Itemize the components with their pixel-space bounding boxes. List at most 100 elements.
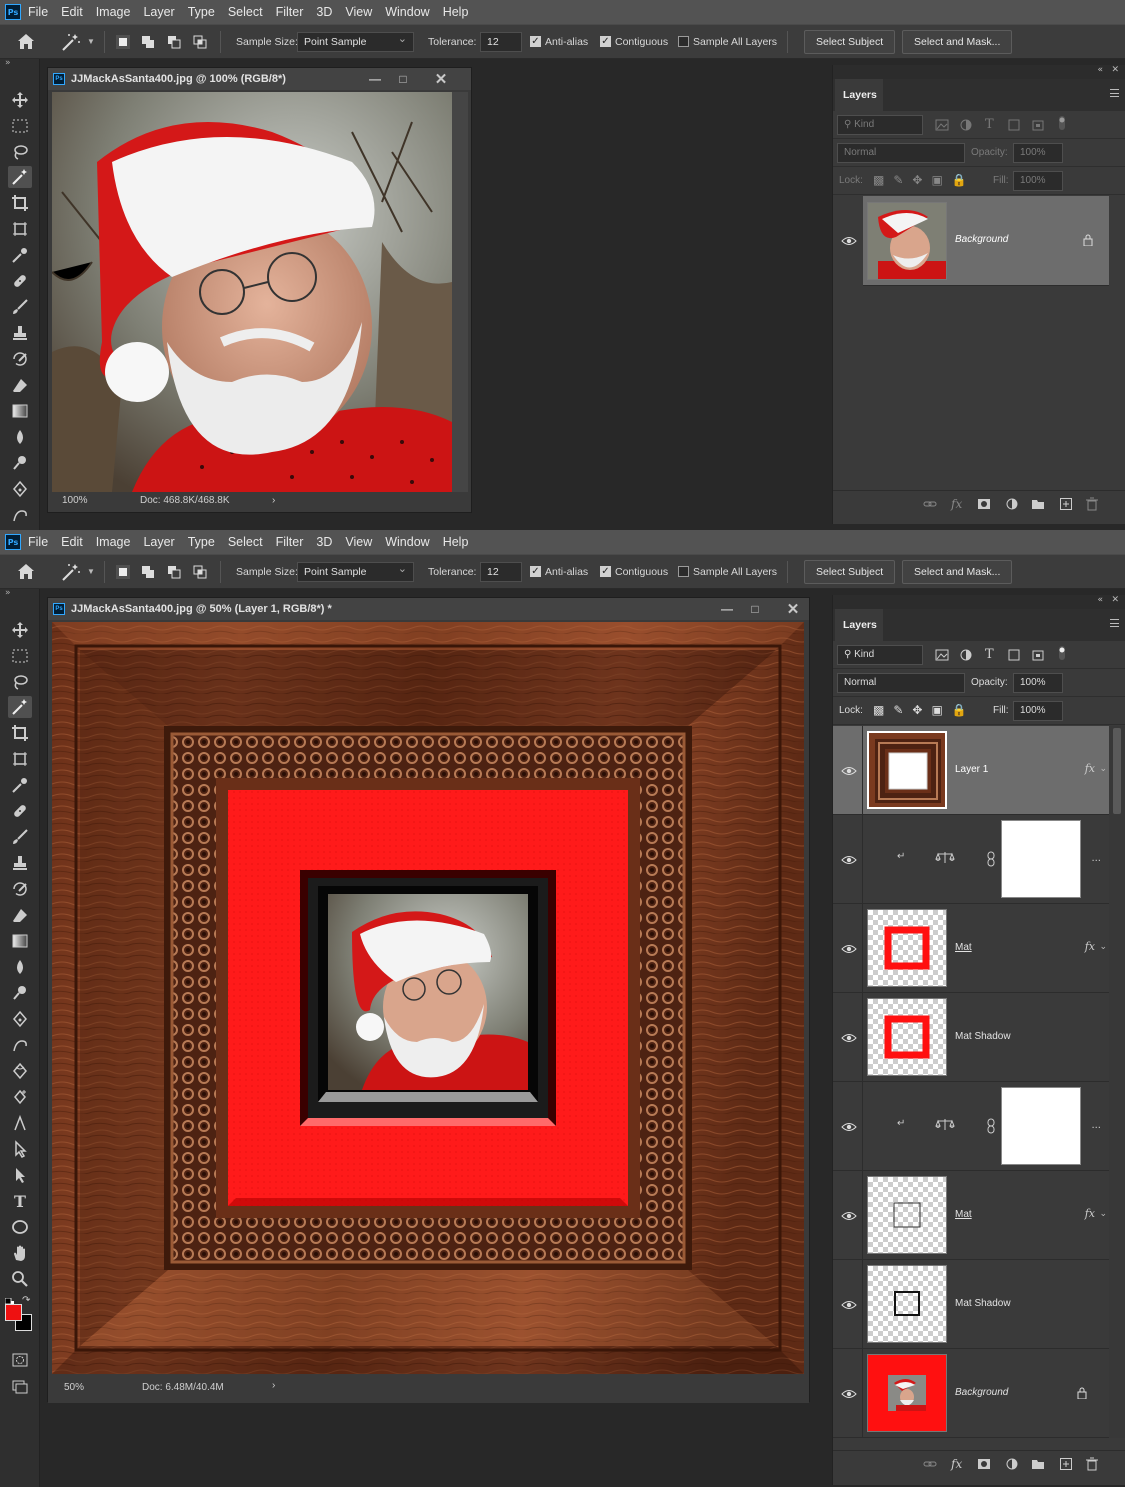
add-layer-style-icon[interactable]: fx xyxy=(951,497,965,511)
preset-dropdown-arrow-icon[interactable]: ▼ xyxy=(87,37,95,46)
tolerance-input[interactable]: 12 xyxy=(480,32,522,52)
pixel-filter-icon[interactable] xyxy=(935,648,949,662)
select-and-mask-button[interactable]: Select and Mask... xyxy=(902,560,1013,584)
sample-size-select[interactable]: Point Sample xyxy=(297,32,414,52)
menu-edit[interactable]: Edit xyxy=(61,5,83,19)
opacity-input[interactable]: 100% xyxy=(1013,143,1063,163)
convert-point-tool-icon[interactable] xyxy=(8,1112,32,1134)
fill-input[interactable]: 100% xyxy=(1013,171,1063,191)
vertical-scrollbar[interactable] xyxy=(452,92,468,492)
brush-tool-icon[interactable] xyxy=(8,826,32,848)
expand-effects-icon[interactable]: ⌄ xyxy=(1099,942,1107,952)
photoshop-logo-icon[interactable]: Ps xyxy=(5,4,21,20)
minimize-icon[interactable]: — xyxy=(367,71,383,87)
gradient-tool-icon[interactable] xyxy=(8,400,32,422)
layer-row-background[interactable]: Background xyxy=(863,196,1109,286)
collapse-toolbar-icon[interactable]: » xyxy=(5,588,11,598)
swap-colors-icon[interactable]: ↷ xyxy=(22,1295,30,1306)
marquee-tool-icon[interactable] xyxy=(8,645,32,667)
clone-stamp-tool-icon[interactable] xyxy=(8,852,32,874)
panel-menu-icon[interactable] xyxy=(1110,619,1119,627)
delete-layer-icon[interactable] xyxy=(1085,1457,1099,1471)
layer-name[interactable]: Layer 1 xyxy=(955,764,988,775)
history-brush-tool-icon[interactable] xyxy=(8,348,32,370)
intersect-selection-icon[interactable] xyxy=(193,35,207,49)
frame-tool-icon[interactable] xyxy=(8,748,32,770)
shape-filter-icon[interactable] xyxy=(1007,648,1021,662)
foreground-color-swatch[interactable] xyxy=(5,1304,22,1321)
healing-brush-tool-icon[interactable] xyxy=(8,270,32,292)
type-tool-icon[interactable]: T xyxy=(8,1190,32,1212)
new-group-icon[interactable] xyxy=(1031,1457,1045,1471)
adjustment-filter-icon[interactable] xyxy=(959,648,973,662)
visibility-eye-icon[interactable] xyxy=(841,236,857,246)
tolerance-input[interactable]: 12 xyxy=(480,562,522,582)
menu-filter[interactable]: Filter xyxy=(276,535,304,549)
new-selection-icon[interactable] xyxy=(116,35,130,49)
layer-name[interactable]: Background xyxy=(955,234,1008,245)
layer-row-mat-shadow[interactable]: Mat Shadow xyxy=(833,1260,1109,1349)
add-anchor-point-tool-icon[interactable] xyxy=(8,1086,32,1108)
opacity-input[interactable]: 100% xyxy=(1013,673,1063,693)
visibility-eye-icon[interactable] xyxy=(841,766,857,776)
contiguous-checkbox[interactable]: ✓ xyxy=(600,566,611,577)
quick-mask-icon[interactable] xyxy=(8,1349,32,1371)
pixel-filter-icon[interactable] xyxy=(935,118,949,132)
document-title-bar[interactable]: Ps JJMackAsSanta400.jpg @ 50% (Layer 1, … xyxy=(48,598,809,620)
crop-tool-icon[interactable] xyxy=(8,192,32,214)
minimize-icon[interactable]: — xyxy=(719,601,735,617)
preset-dropdown-arrow-icon[interactable]: ▼ xyxy=(87,567,95,576)
canvas-framed-photo[interactable] xyxy=(52,622,804,1374)
photoshop-logo-icon[interactable]: Ps xyxy=(5,534,21,550)
type-filter-icon[interactable]: T xyxy=(985,117,999,132)
blur-tool-icon[interactable] xyxy=(8,426,32,448)
layer-name[interactable]: Mat Shadow xyxy=(955,1298,1011,1309)
maximize-icon[interactable]: □ xyxy=(395,71,411,87)
hand-tool-icon[interactable] xyxy=(8,1242,32,1264)
panel-menu-icon[interactable] xyxy=(1110,89,1119,97)
document-window[interactable]: Ps JJMackAsSanta400.jpg @ 100% (RGB/8*) … xyxy=(47,67,472,513)
close-panel-icon[interactable]: ✕ xyxy=(1111,65,1119,75)
status-menu-arrow-icon[interactable]: › xyxy=(272,495,275,506)
smart-object-filter-icon[interactable] xyxy=(1031,648,1045,662)
layer-effects-icon[interactable]: fx xyxy=(1085,940,1095,953)
blend-mode-select[interactable]: Normal xyxy=(837,673,965,693)
layer-row-adjustment[interactable]: ↵ ... xyxy=(833,815,1109,904)
menu-window[interactable]: Window xyxy=(385,5,429,19)
visibility-eye-icon[interactable] xyxy=(841,1033,857,1043)
document-window[interactable]: Ps JJMackAsSanta400.jpg @ 50% (Layer 1, … xyxy=(47,597,810,1403)
menu-image[interactable]: Image xyxy=(96,5,131,19)
menu-window[interactable]: Window xyxy=(385,535,429,549)
add-layer-style-icon[interactable]: fx xyxy=(951,1457,965,1471)
zoom-tool-icon[interactable] xyxy=(8,1268,32,1290)
dodge-tool-icon[interactable] xyxy=(8,982,32,1004)
collapse-panel-icon[interactable]: « xyxy=(1097,65,1103,75)
magic-wand-tool-preset-icon[interactable] xyxy=(60,32,82,52)
new-layer-icon[interactable] xyxy=(1059,1457,1073,1471)
menu-view[interactable]: View xyxy=(345,535,372,549)
expand-effects-icon[interactable]: ⌄ xyxy=(1099,764,1107,774)
close-panel-icon[interactable]: ✕ xyxy=(1111,595,1119,605)
gradient-tool-icon[interactable] xyxy=(8,930,32,952)
new-group-icon[interactable] xyxy=(1031,497,1045,511)
curvature-pen-tool-icon[interactable] xyxy=(8,1060,32,1082)
lasso-tool-icon[interactable] xyxy=(8,671,32,693)
blur-tool-icon[interactable] xyxy=(8,956,32,978)
eyedropper-tool-icon[interactable] xyxy=(8,774,32,796)
menu-layer[interactable]: Layer xyxy=(143,5,174,19)
select-subject-button[interactable]: Select Subject xyxy=(804,560,896,584)
menu-layer[interactable]: Layer xyxy=(143,535,174,549)
history-brush-tool-icon[interactable] xyxy=(8,878,32,900)
menu-3d[interactable]: 3D xyxy=(316,535,332,549)
lock-icon[interactable] xyxy=(1077,1387,1087,1399)
add-to-selection-icon[interactable] xyxy=(141,35,155,49)
magic-wand-tool-icon[interactable] xyxy=(8,166,32,188)
freeform-pen-tool-icon[interactable] xyxy=(8,504,32,526)
visibility-eye-icon[interactable] xyxy=(841,1211,857,1221)
layers-tab[interactable]: Layers xyxy=(835,609,883,641)
move-tool-icon[interactable] xyxy=(8,89,32,111)
new-layer-icon[interactable] xyxy=(1059,497,1073,511)
marquee-tool-icon[interactable] xyxy=(8,115,32,137)
smart-object-filter-icon[interactable] xyxy=(1031,118,1045,132)
sample-size-select[interactable]: Point Sample xyxy=(297,562,414,582)
